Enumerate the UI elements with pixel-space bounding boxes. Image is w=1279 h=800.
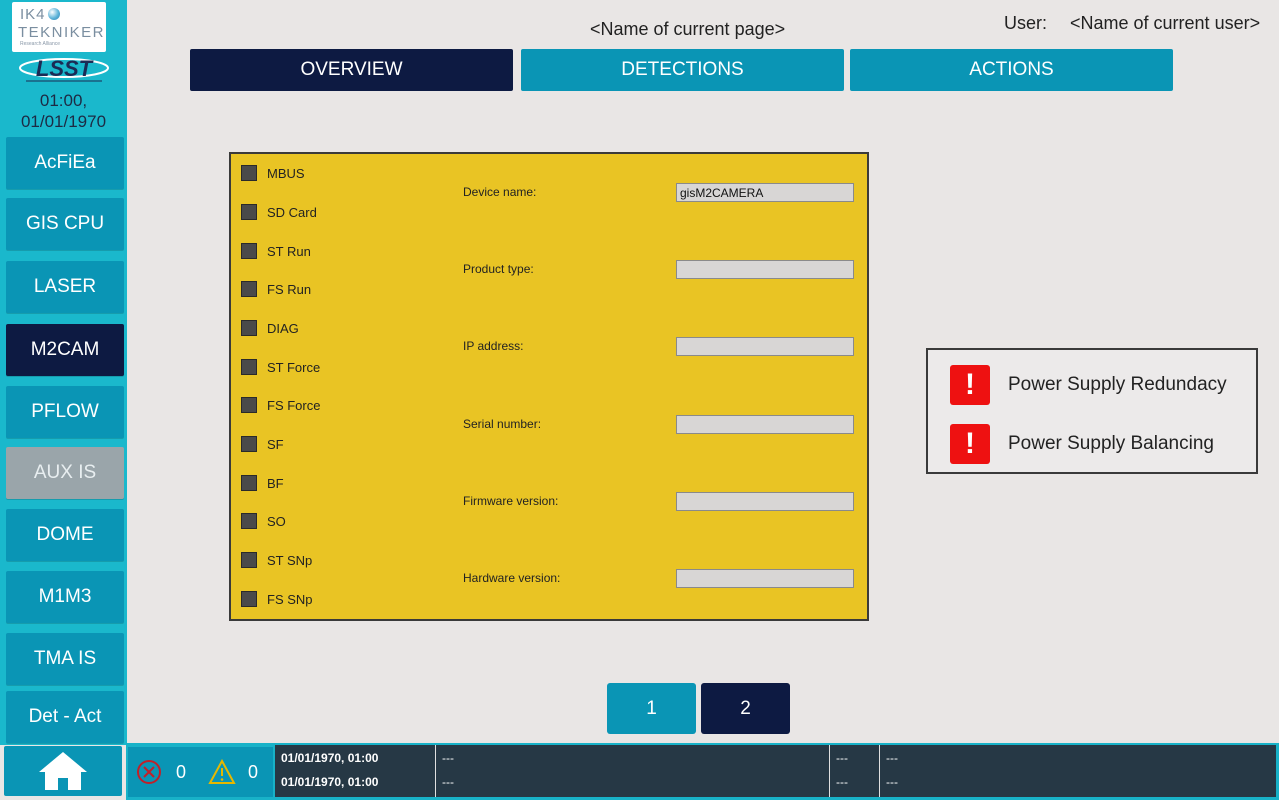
warning-icon	[208, 759, 236, 784]
clock-time: 01:00,	[39, 91, 88, 110]
status-led	[241, 204, 257, 220]
sidebar-item-dome[interactable]: DOME	[6, 509, 124, 561]
log-col4: --- ---	[886, 751, 898, 789]
led-row-fs-force: FS Force	[241, 396, 320, 414]
led-row-so: SO	[241, 512, 286, 530]
serial-number-field	[676, 415, 854, 434]
sidebar-item-tma-is[interactable]: TMA IS	[6, 633, 124, 685]
page-button-1[interactable]: 1	[607, 683, 696, 734]
user-name: <Name of current user>	[1070, 13, 1261, 33]
globe-icon	[48, 8, 60, 20]
sidebar-item-det-act[interactable]: Det - Act	[6, 691, 124, 743]
serial-number-label: Serial number:	[463, 417, 542, 431]
warning-count: 0	[248, 761, 259, 782]
status-led	[241, 243, 257, 259]
ip-address-field	[676, 337, 854, 356]
status-led	[241, 475, 257, 491]
alarm-item[interactable]: ! Power Supply Redundacy	[950, 365, 1227, 405]
user-label: User:	[1004, 13, 1048, 33]
lsst-logo: LSST	[19, 56, 109, 82]
clock: 01:00, 01/01/1970	[0, 90, 127, 132]
sidebar-item-laser[interactable]: LASER	[6, 261, 124, 313]
status-led	[241, 165, 257, 181]
ip-address-label: IP address:	[463, 339, 524, 353]
alert-icon: !	[950, 365, 990, 405]
log-message: ---	[442, 775, 454, 789]
firmware-version-label: Firmware version:	[463, 494, 559, 508]
firmware-version-field	[676, 492, 854, 511]
hardware-version-field	[676, 569, 854, 588]
status-led	[241, 320, 257, 336]
page-title: <Name of current page>	[590, 19, 786, 39]
page-button-2[interactable]: 2	[701, 683, 790, 734]
led-row-sf: SF	[241, 435, 284, 453]
svg-text:LSST: LSST	[36, 56, 94, 81]
led-row-mbus: MBUS	[241, 164, 305, 182]
product-type-label: Product type:	[463, 262, 534, 276]
error-icon	[137, 760, 161, 784]
clock-date: 01/01/1970	[20, 112, 107, 131]
device-status-panel: MBUS SD Card ST Run FS Run DIAG ST Force…	[229, 152, 869, 621]
sidebar: IK4 TEKNIKER Research Alliance LSST 01:0…	[0, 0, 127, 745]
led-row-fs-run: FS Run	[241, 280, 311, 298]
status-led	[241, 552, 257, 568]
led-row-bf: BF	[241, 474, 284, 492]
alarm-counts[interactable]: 0 0	[128, 747, 273, 797]
led-row-fs-snp: FS SNp	[241, 590, 313, 608]
led-row-diag: DIAG	[241, 319, 299, 337]
sidebar-item-gis-cpu[interactable]: GIS CPU	[6, 198, 124, 250]
status-led	[241, 436, 257, 452]
sidebar-item-aux-is[interactable]: AUX IS	[6, 447, 124, 499]
log-message-column: --- ---	[436, 745, 830, 797]
status-led	[241, 591, 257, 607]
product-type-field	[676, 260, 854, 279]
status-led	[241, 359, 257, 375]
error-count: 0	[176, 761, 187, 782]
sidebar-item-m1m3[interactable]: M1M3	[6, 571, 124, 623]
hardware-version-label: Hardware version:	[463, 571, 561, 585]
log-timestamp-column: 01/01/1970, 01:00 01/01/1970, 01:00	[275, 745, 436, 797]
alert-icon: !	[950, 424, 990, 464]
tab-overview[interactable]: OVERVIEW	[190, 49, 513, 91]
alarm-panel: ! Power Supply Redundacy ! Power Supply …	[926, 348, 1258, 474]
led-row-st-run: ST Run	[241, 242, 311, 260]
led-row-st-snp: ST SNp	[241, 551, 312, 569]
device-name-label: Device name:	[463, 185, 537, 199]
log-col3: --- ---	[830, 745, 880, 797]
sidebar-item-m2cam[interactable]: M2CAM	[6, 324, 124, 376]
log-message: ---	[442, 751, 454, 765]
home-icon	[39, 752, 87, 790]
led-row-st-force: ST Force	[241, 358, 320, 376]
tab-detections[interactable]: DETECTIONS	[521, 49, 844, 91]
status-led	[241, 397, 257, 413]
log-timestamp: 01/01/1970, 01:00	[281, 775, 379, 789]
event-log[interactable]: 01/01/1970, 01:00 01/01/1970, 01:00 --- …	[275, 745, 1276, 797]
status-led	[241, 513, 257, 529]
sidebar-item-pflow[interactable]: PFLOW	[6, 386, 124, 438]
status-led	[241, 281, 257, 297]
log-timestamp: 01/01/1970, 01:00	[281, 751, 379, 765]
alarm-item[interactable]: ! Power Supply Balancing	[950, 424, 1214, 464]
device-name-field: gisM2CAMERA	[676, 183, 854, 202]
home-button[interactable]	[4, 746, 122, 796]
tab-actions[interactable]: ACTIONS	[850, 49, 1173, 91]
sidebar-item-acfiea[interactable]: AcFiEa	[6, 137, 124, 189]
led-row-sd-card: SD Card	[241, 203, 317, 221]
ik4-tekniker-logo: IK4 TEKNIKER Research Alliance	[12, 2, 106, 52]
